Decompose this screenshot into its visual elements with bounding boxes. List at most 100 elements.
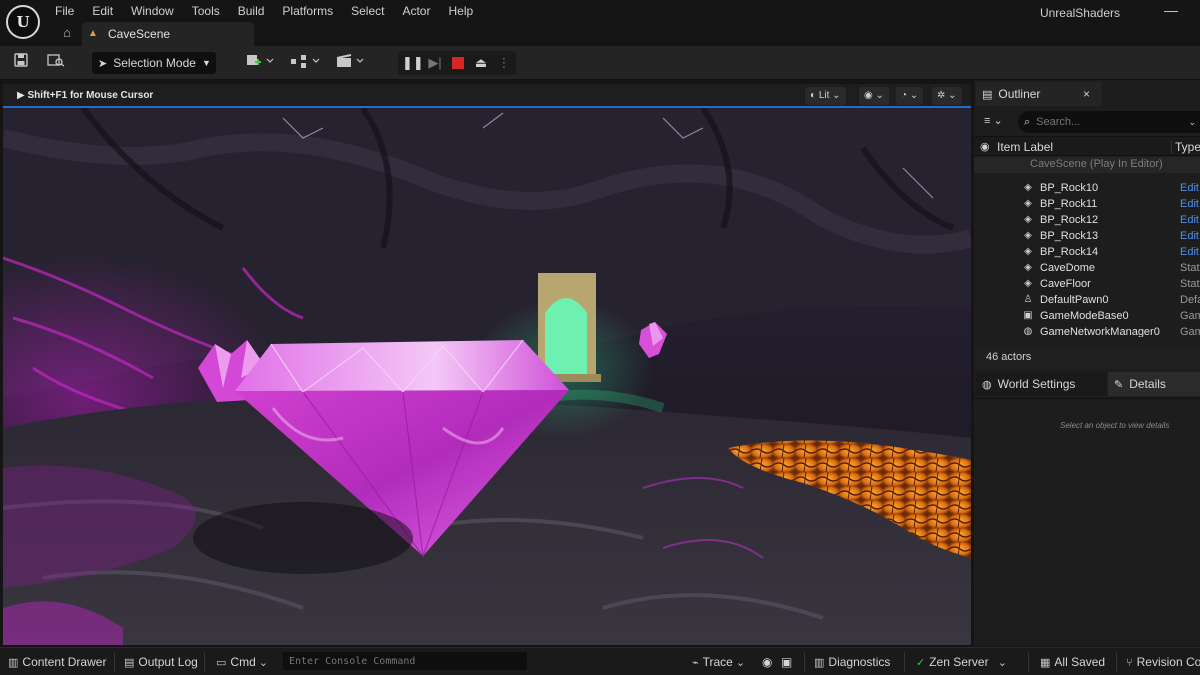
eye-icon: ◉ ⌄ (864, 90, 884, 101)
outliner-search[interactable]: ⌕ ⌄ (1018, 111, 1200, 133)
edit-link[interactable]: Edit (1180, 230, 1199, 242)
zen-server-button[interactable]: ✓ Zen Server ⌄ (916, 655, 1011, 669)
blueprint-menu-icon[interactable] (288, 53, 322, 73)
details-panel: Select an object to view details (974, 398, 1200, 646)
chevron-down-icon: ⌄ (988, 657, 1007, 669)
title-bar: U File Edit Window Tools Build Platforms… (0, 0, 1200, 46)
menu-actor[interactable]: Actor (393, 2, 439, 20)
view-mode-button[interactable]: ◐ Lit ⌄ (805, 87, 846, 105)
static-mesh-icon: ◈ (1024, 278, 1032, 289)
tree-row-defaultpawn0[interactable]: ♙ DefaultPawn0 Defa (974, 293, 1200, 309)
play-controls: ❚❚ ▶| ⏏ ⋮ (398, 51, 516, 75)
mouse-cursor-hint: ▶ Shift+F1 for Mouse Cursor (17, 90, 154, 101)
level-tab-label: CaveScene (108, 27, 171, 41)
edit-link[interactable]: Edit (1180, 182, 1199, 194)
filter-icon[interactable]: ≡ ⌄ (984, 114, 1003, 127)
revision-control-button[interactable]: ⑂ Revision Co (1126, 655, 1200, 669)
tree-row-bp-rock14[interactable]: ◈ BP_Rock14 Edit (974, 245, 1200, 261)
tree-root[interactable]: CaveScene (Play In Editor) (974, 157, 1200, 173)
output-log-button[interactable]: ▤ Output Log (124, 655, 198, 669)
close-icon[interactable]: × (1083, 87, 1090, 101)
world-settings-tab[interactable]: ◍ World Settings (976, 372, 1106, 396)
menu-platforms[interactable]: Platforms (273, 2, 342, 20)
home-icon[interactable]: ⌂ (58, 24, 76, 42)
menu-tools[interactable]: Tools (183, 2, 229, 20)
edit-link[interactable]: Edit (1180, 214, 1199, 226)
edit-link[interactable]: Edit (1180, 246, 1199, 258)
frame-skip-icon[interactable]: ▶| (425, 53, 445, 73)
project-name: UnrealShaders (1039, 6, 1120, 20)
search-input[interactable] (1036, 116, 1177, 128)
blueprint-icon: ◈ (1024, 230, 1032, 241)
screenshot-icon[interactable]: ▣ (781, 655, 792, 669)
add-actor-icon[interactable] (244, 53, 276, 73)
actor-count: 46 actors (986, 351, 1032, 363)
cursor-icon: ➤ (98, 57, 108, 70)
tree-row-bp-rock12[interactable]: ◈ BP_Rock12 Edit (974, 213, 1200, 229)
main-toolbar: ➤ Selection Mode ▼ ❚❚ ▶| ⏏ ⋮ (0, 46, 1200, 80)
menu-window[interactable]: Window (122, 2, 183, 20)
tree-row-gamenetworkmanager0[interactable]: ◍ GameNetworkManager0 Gam (974, 325, 1200, 337)
outliner-tab-label: Outliner (998, 87, 1041, 101)
status-bar: ▥Content Drawer ▤Output Log ▭Cmd ⌄ ⌁Trac… (0, 647, 1200, 675)
viewport-settings-button[interactable]: ✲ ⌄ (932, 87, 962, 105)
right-panel: ▤ Outliner × ≡ ⌄ ⌕ ⌄ ◉ Item Label Type C… (974, 80, 1200, 646)
level-tab[interactable]: ▲ CaveScene (82, 22, 254, 46)
level-viewport[interactable]: ▶ Shift+F1 for Mouse Cursor ◐ Lit ⌄ ◉ ⌄ … (3, 84, 971, 645)
actor-count-bar: 46 actors (974, 347, 1200, 369)
static-mesh-icon: ◈ (1024, 262, 1032, 273)
outliner-tab[interactable]: ▤ Outliner × (976, 82, 1102, 106)
menu-file[interactable]: File (46, 2, 83, 20)
browse-icon[interactable] (46, 53, 66, 73)
trace-button[interactable]: ⌁ Trace ⌄ (692, 655, 749, 669)
chevron-down-icon: ⌄ (255, 657, 269, 669)
menu-edit[interactable]: Edit (83, 2, 122, 20)
minimize-button[interactable]: — (1164, 2, 1178, 18)
main-menu: File Edit Window Tools Build Platforms S… (46, 2, 482, 20)
menu-help[interactable]: Help (439, 2, 482, 20)
menu-select[interactable]: Select (342, 2, 393, 20)
tree-row-gamemodebase0[interactable]: ▣ GameModeBase0 Gam (974, 309, 1200, 325)
cinematics-icon[interactable] (334, 53, 368, 73)
tree-row-bp-rock11[interactable]: ◈ BP_Rock11 Edit (974, 197, 1200, 213)
eject-icon[interactable]: ⏏ (471, 53, 491, 73)
trace-icon: ⌁ (692, 657, 699, 669)
edit-link[interactable]: Edit (1180, 198, 1199, 210)
console-icon: ▭ (216, 657, 227, 669)
record-icon[interactable]: ◉ (762, 655, 772, 669)
pause-icon[interactable]: ❚❚ (402, 53, 424, 73)
tree-row-bp-rock13[interactable]: ◈ BP_Rock13 Edit (974, 229, 1200, 245)
content-drawer-button[interactable]: ▥ Content Drawer (8, 655, 106, 669)
more-options-icon[interactable]: ⋮ (494, 53, 514, 73)
tree-row-bp-rock10[interactable]: ◈ BP_Rock10 Edit (974, 181, 1200, 197)
menu-build[interactable]: Build (229, 2, 274, 20)
gear-icon: ✲ ⌄ (937, 90, 957, 101)
tree-row-cavefloor[interactable]: ◈ CaveFloor Stat (974, 277, 1200, 293)
blueprint-icon: ◈ (1024, 182, 1032, 193)
all-saved-button[interactable]: ▦ All Saved (1040, 655, 1105, 669)
selection-mode-dropdown[interactable]: ➤ Selection Mode ▼ (92, 52, 216, 74)
diagnostics-button[interactable]: ▥ Diagnostics (814, 655, 890, 669)
console-input[interactable] (283, 652, 527, 670)
saved-icon: ▦ (1040, 657, 1051, 669)
blueprint-icon: ◈ (1024, 214, 1032, 225)
performance-button[interactable]: ◔ ⌄ (896, 87, 924, 105)
stop-icon[interactable] (448, 53, 468, 73)
cmd-dropdown[interactable]: ▭ Cmd ⌄ (216, 655, 272, 669)
show-flags-button[interactable]: ◉ ⌄ (859, 87, 889, 105)
diagnostics-icon: ▥ (814, 657, 825, 669)
outliner-search-row: ≡ ⌄ ⌕ ⌄ (974, 108, 1200, 136)
visibility-eye-icon[interactable]: ◉ (980, 140, 990, 153)
details-tab[interactable]: ✎ Details (1108, 372, 1200, 396)
column-type[interactable]: Type (1171, 140, 1200, 154)
tree-row-cavedome[interactable]: ◈ CaveDome Stat (974, 261, 1200, 277)
globe-icon: ◍ (982, 378, 992, 391)
unreal-logo-icon[interactable]: U (6, 5, 40, 39)
chevron-down-icon: ⌄ (732, 657, 746, 669)
outliner-tree: CaveScene (Play In Editor) ◈ BP_Rock10 E… (974, 157, 1200, 337)
save-icon[interactable] (12, 53, 30, 73)
chevron-down-icon[interactable]: ⌄ (1188, 117, 1196, 128)
output-log-icon: ▤ (124, 657, 135, 669)
column-item-label[interactable]: Item Label (997, 140, 1053, 154)
console-command-field[interactable] (283, 652, 527, 670)
